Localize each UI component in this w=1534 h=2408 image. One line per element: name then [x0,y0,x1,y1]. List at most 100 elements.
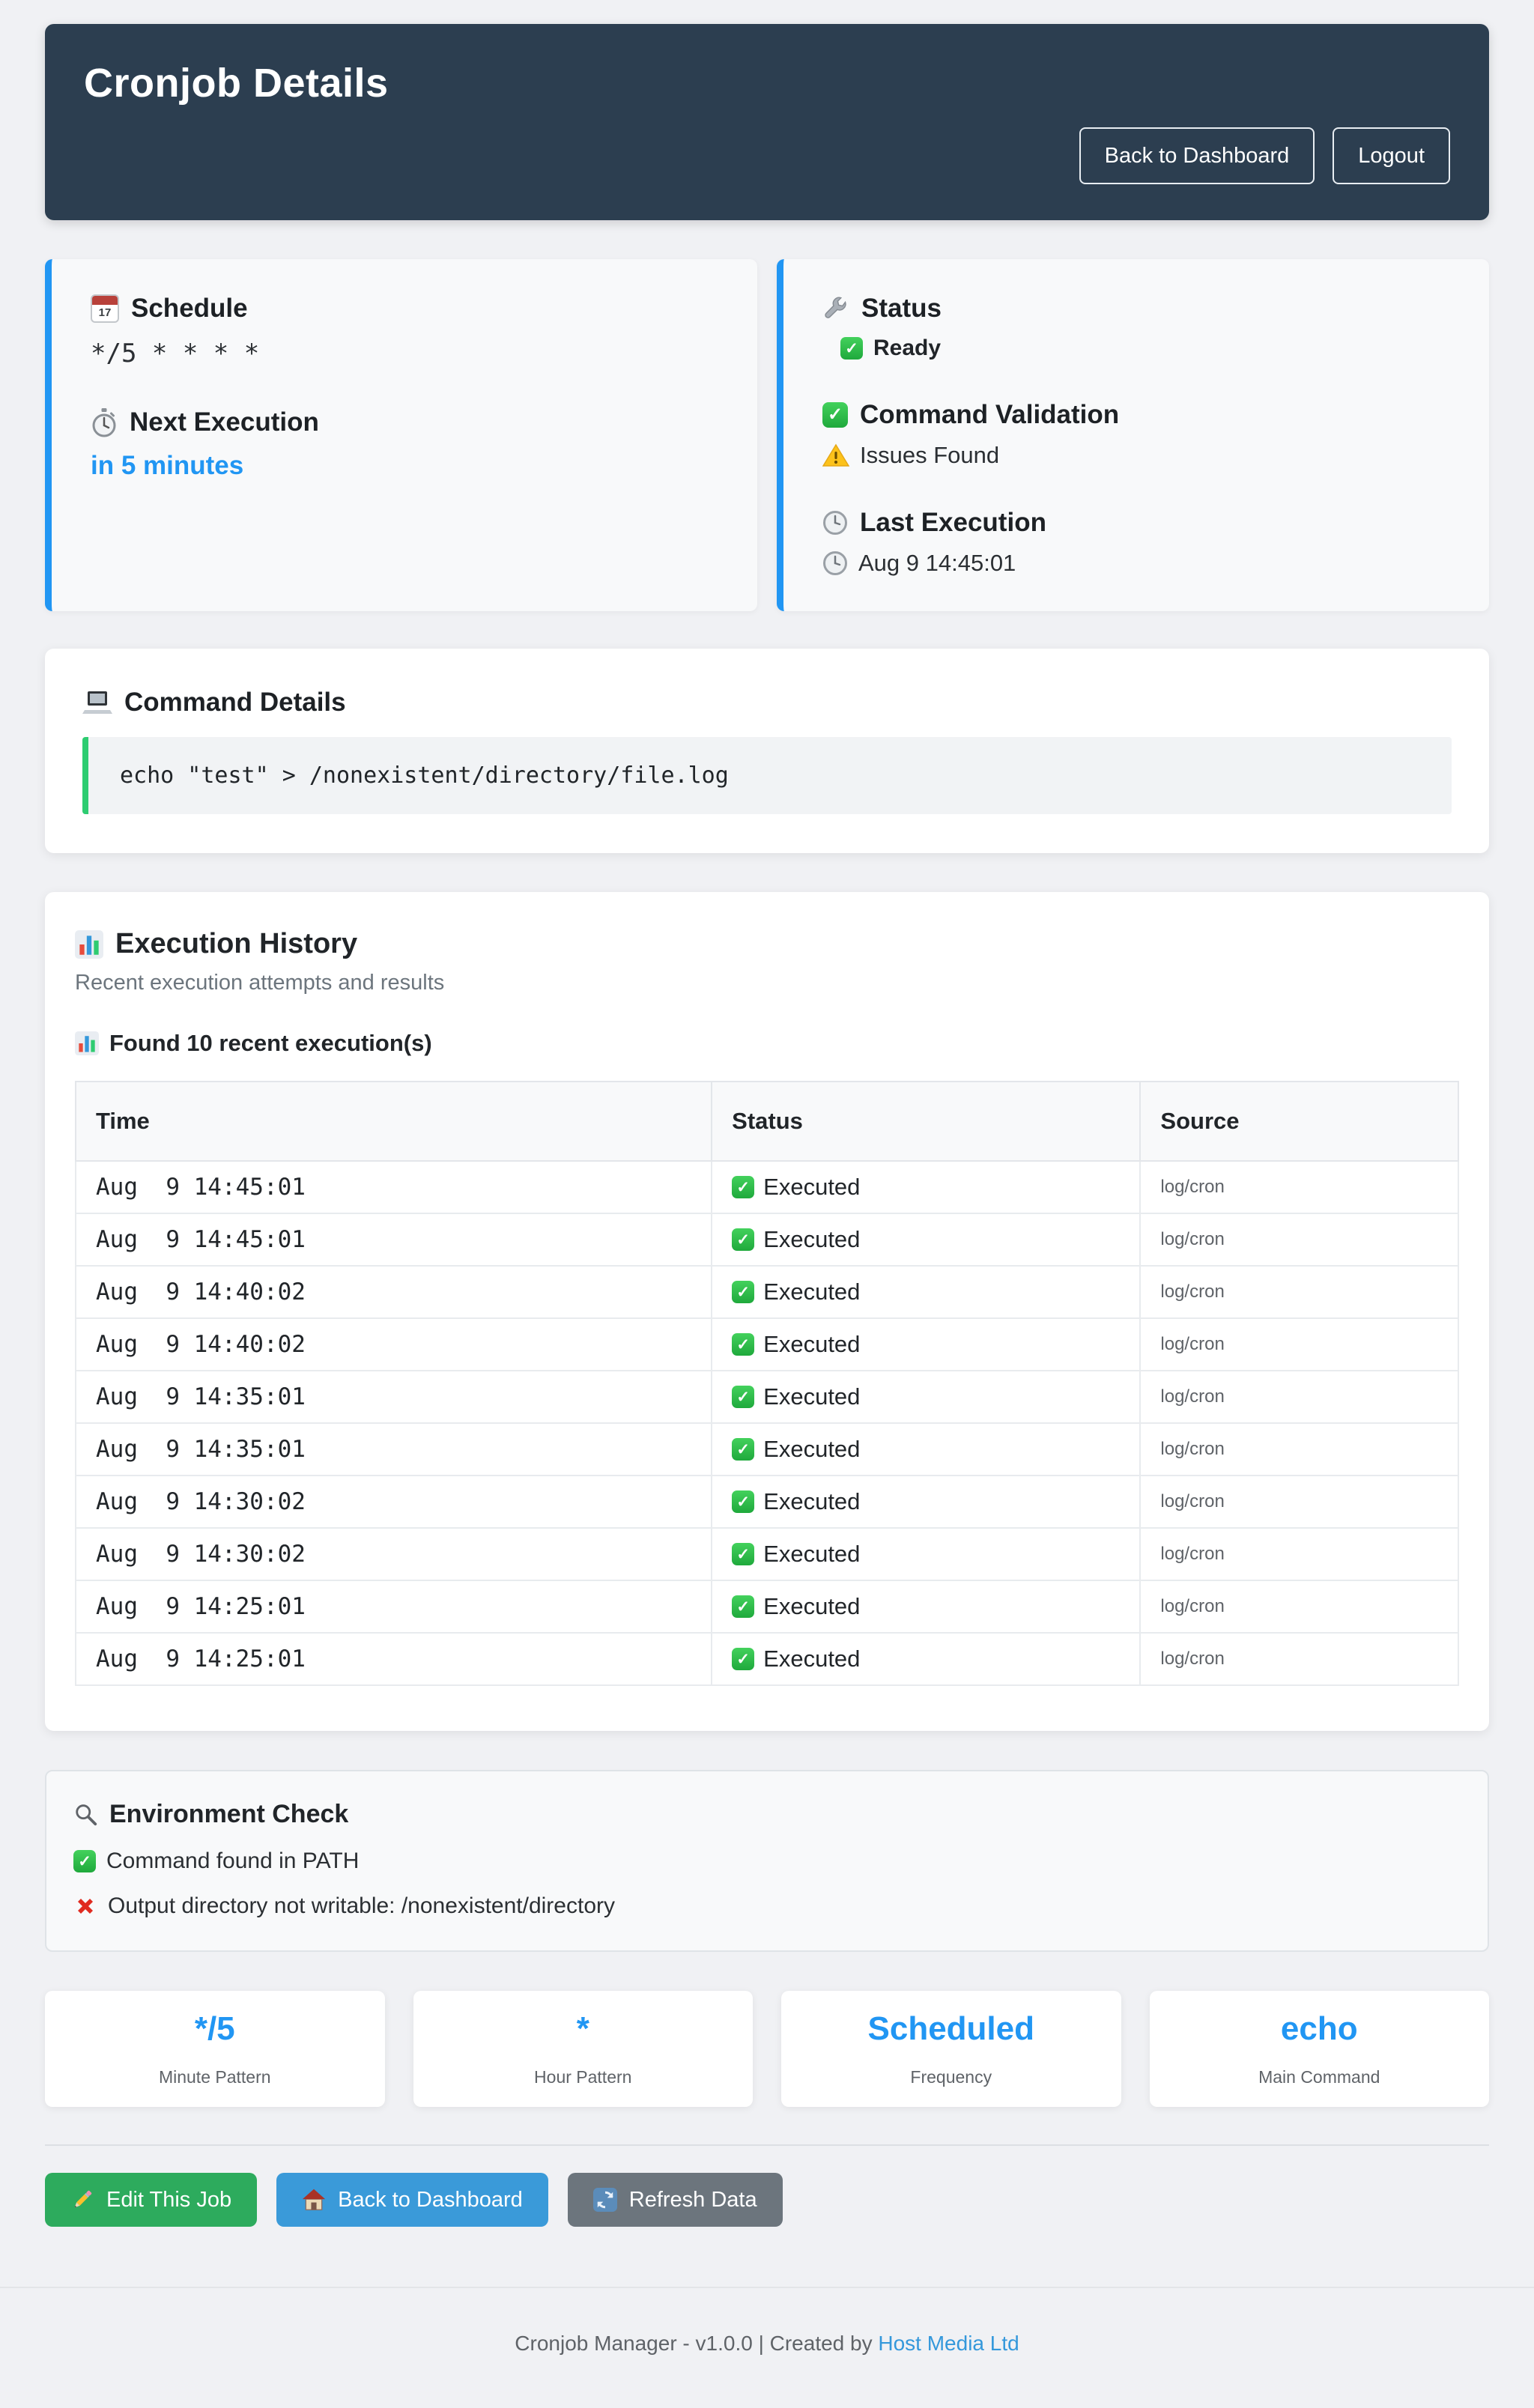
column-header-source: Source [1140,1082,1458,1161]
page-title: Cronjob Details [84,60,1450,106]
column-header-time: Time [76,1082,712,1161]
info-cards-row: Schedule */5 * * * * Next Execution in 5… [45,259,1489,611]
check-icon [732,1333,754,1356]
check-icon [732,1176,754,1198]
history-table-body: Aug 9 14:45:01 Executed log/cron Aug 9 1… [76,1161,1458,1685]
magnifier-icon [73,1802,99,1828]
status-ready-line: Ready [822,336,1450,361]
history-status-label: Executed [763,1383,860,1410]
history-time: Aug 9 14:40:02 [76,1318,712,1371]
history-time: Aug 9 14:25:01 [76,1633,712,1685]
stat-label: Minute Pattern [159,2067,271,2087]
status-card: Status Ready Command Validation Issues F… [777,259,1489,611]
app-header: Cronjob Details Back to Dashboard Logout [45,24,1489,220]
check-icon [732,1228,754,1251]
pencil-icon [70,2188,94,2212]
footer: Cronjob Manager - v1.0.0 | Created by Ho… [0,2288,1534,2408]
stat-card: echo Main Command [1150,1991,1490,2107]
table-row: Aug 9 14:40:02 Executed log/cron [76,1318,1458,1371]
history-status-label: Executed [763,1436,860,1463]
execution-history-subtitle: Recent execution attempts and results [75,971,1459,995]
check-icon [732,1438,754,1461]
found-executions-line: Found 10 recent execution(s) [75,1030,1459,1057]
last-execution-value: Aug 9 14:45:01 [858,550,1016,577]
history-status: Executed [732,1593,1120,1620]
history-time: Aug 9 14:30:02 [76,1476,712,1528]
stat-card: * Hour Pattern [413,1991,754,2107]
history-time: Aug 9 14:30:02 [76,1528,712,1580]
table-row: Aug 9 14:45:01 Executed log/cron [76,1213,1458,1266]
refresh-data-button[interactable]: Refresh Data [568,2173,783,2227]
env-check-fail-label: Output directory not writable: /nonexist… [108,1893,615,1919]
history-source: log/cron [1140,1318,1458,1371]
stat-value: echo [1281,2010,1358,2048]
environment-check-heading: Environment Check [73,1800,1461,1829]
table-row: Aug 9 14:35:01 Executed log/cron [76,1423,1458,1476]
back-to-dashboard-button[interactable]: Back to Dashboard [1079,127,1315,184]
stopwatch-icon [91,407,118,437]
history-source: log/cron [1140,1266,1458,1318]
execution-history-table: Time Status Source Aug 9 14:45:01 Execut… [75,1081,1459,1686]
found-executions-label: Found 10 recent execution(s) [109,1030,432,1057]
stats-row: */5 Minute Pattern * Hour Pattern Schedu… [45,1991,1489,2107]
column-header-status: Status [712,1082,1140,1161]
next-execution-title: Next Execution [130,407,319,437]
command-validation-title: Command Validation [860,400,1119,430]
status-title: Status [861,294,942,324]
history-source: log/cron [1140,1371,1458,1423]
refresh-data-label: Refresh Data [629,2188,757,2213]
command-details-heading: Command Details [82,688,1452,718]
next-execution-heading: Next Execution [91,407,718,437]
section-divider [45,2144,1489,2146]
clock-icon [822,551,848,576]
history-status-label: Executed [763,1541,860,1568]
history-time: Aug 9 14:25:01 [76,1580,712,1633]
history-status-label: Executed [763,1593,860,1620]
history-status: Executed [732,1541,1120,1568]
laptop-icon [82,690,112,715]
table-header-row: Time Status Source [76,1082,1458,1161]
history-status-label: Executed [763,1331,860,1358]
history-status-label: Executed [763,1174,860,1201]
table-row: Aug 9 14:30:02 Executed log/cron [76,1476,1458,1528]
calendar-icon [91,294,119,323]
back-to-dashboard-action-button[interactable]: Back to Dashboard [276,2173,548,2227]
next-execution-value: in 5 minutes [91,451,718,481]
validation-result-line: Issues Found [822,442,1450,469]
check-icon [840,337,863,360]
stat-label: Frequency [910,2067,992,2087]
environment-check-title: Environment Check [109,1800,348,1829]
stat-card: Scheduled Frequency [781,1991,1121,2107]
command-details-card: Command Details echo "test" > /nonexiste… [45,649,1489,853]
table-row: Aug 9 14:35:01 Executed log/cron [76,1371,1458,1423]
env-check-pass-line: Command found in PATH [73,1849,1461,1874]
command-validation-heading: Command Validation [822,400,1450,430]
table-row: Aug 9 14:40:02 Executed log/cron [76,1266,1458,1318]
history-source: log/cron [1140,1476,1458,1528]
history-source: log/cron [1140,1528,1458,1580]
check-icon [732,1595,754,1618]
stat-label: Main Command [1258,2067,1380,2087]
logout-button[interactable]: Logout [1333,127,1450,184]
last-execution-heading: Last Execution [822,508,1450,538]
history-status-label: Executed [763,1488,860,1515]
table-row: Aug 9 14:30:02 Executed log/cron [76,1528,1458,1580]
cron-expression: */5 * * * * [91,339,718,369]
schedule-heading: Schedule [91,294,718,324]
edit-job-button[interactable]: Edit This Job [45,2173,257,2227]
warning-icon [822,443,849,467]
table-row: Aug 9 14:25:01 Executed log/cron [76,1633,1458,1685]
history-status: Executed [732,1226,1120,1253]
history-status-label: Executed [763,1226,860,1253]
clock-icon [822,510,848,536]
history-source: log/cron [1140,1161,1458,1213]
table-row: Aug 9 14:25:01 Executed log/cron [76,1580,1458,1633]
check-icon [732,1543,754,1565]
footer-text: Cronjob Manager - v1.0.0 | Created by [515,2332,878,2355]
edit-job-label: Edit This Job [106,2188,231,2213]
history-source: log/cron [1140,1580,1458,1633]
footer-link[interactable]: Host Media Ltd [878,2332,1019,2355]
history-time: Aug 9 14:40:02 [76,1266,712,1318]
check-icon [732,1648,754,1670]
validation-result-label: Issues Found [860,442,999,469]
